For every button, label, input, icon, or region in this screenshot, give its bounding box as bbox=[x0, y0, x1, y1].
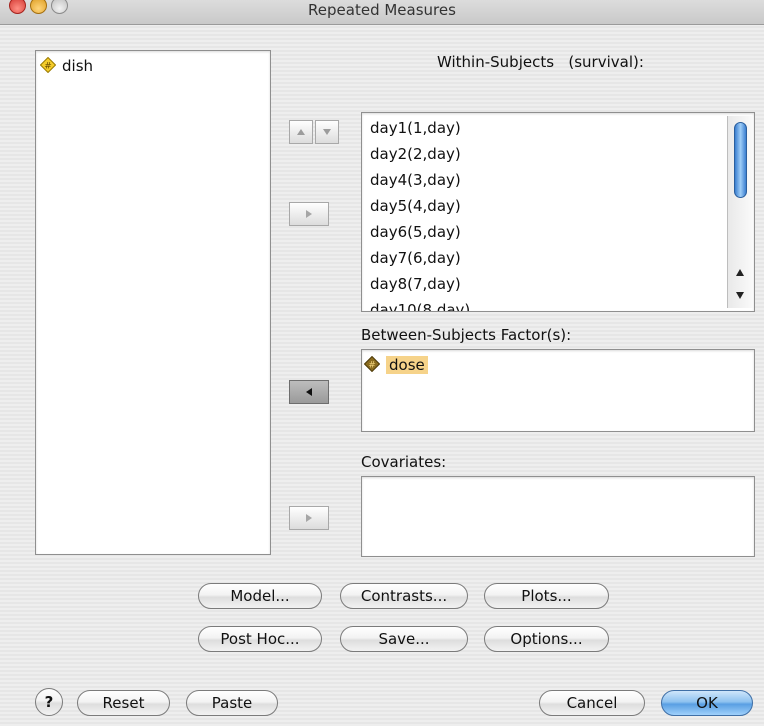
triangle-right-icon bbox=[306, 514, 312, 522]
help-button[interactable]: ? bbox=[35, 688, 63, 716]
variable-label: dish bbox=[62, 57, 94, 75]
list-item[interactable]: day4(3,day) bbox=[370, 167, 461, 193]
within-list-scrollbar[interactable] bbox=[727, 116, 753, 308]
window-title: Repeated Measures bbox=[308, 1, 456, 19]
within-subjects-title: Within-Subjects bbox=[437, 53, 555, 71]
list-item[interactable]: # dose bbox=[364, 356, 428, 374]
move-to-within-button[interactable] bbox=[289, 202, 329, 226]
save-button[interactable]: Save... bbox=[340, 626, 468, 652]
move-down-button[interactable] bbox=[315, 120, 339, 144]
scroll-up-arrow-icon[interactable] bbox=[736, 269, 744, 277]
scrollbar-thumb[interactable] bbox=[734, 122, 747, 198]
svg-text:#: # bbox=[44, 62, 52, 72]
within-subjects-list[interactable]: day1(1,day) day2(2,day) day4(3,day) day5… bbox=[361, 112, 755, 312]
cancel-button[interactable]: Cancel bbox=[539, 690, 645, 716]
list-item[interactable]: day1(1,day) bbox=[370, 115, 461, 141]
source-variable-list[interactable]: # dish bbox=[35, 50, 271, 555]
plots-button[interactable]: Plots... bbox=[484, 583, 609, 609]
post-hoc-button[interactable]: Post Hoc... bbox=[198, 626, 322, 652]
contrasts-button[interactable]: Contrasts... bbox=[340, 583, 468, 609]
within-subjects-header: Within-Subjects (survival): bbox=[437, 53, 644, 71]
triangle-right-icon bbox=[306, 210, 312, 218]
nominal-variable-icon: # bbox=[364, 356, 380, 372]
list-item[interactable]: day5(4,day) bbox=[370, 193, 461, 219]
between-subjects-list[interactable]: # dose bbox=[361, 349, 755, 432]
move-from-between-button[interactable] bbox=[289, 380, 329, 404]
covariates-list[interactable] bbox=[361, 476, 755, 557]
move-up-button[interactable] bbox=[289, 120, 313, 144]
list-item[interactable]: day7(6,day) bbox=[370, 245, 461, 271]
list-item[interactable]: day6(5,day) bbox=[370, 219, 461, 245]
between-subjects-label: Between-Subjects Factor(s): bbox=[361, 326, 572, 344]
paste-button[interactable]: Paste bbox=[186, 690, 278, 716]
svg-text:#: # bbox=[368, 361, 376, 371]
move-to-covariates-button[interactable] bbox=[289, 506, 329, 530]
list-item[interactable]: day8(7,day) bbox=[370, 271, 461, 297]
triangle-down-icon bbox=[323, 129, 331, 135]
covariates-label: Covariates: bbox=[361, 453, 447, 471]
within-subjects-factor: (survival): bbox=[568, 53, 644, 71]
variable-label: dose bbox=[386, 356, 428, 374]
list-item[interactable]: # dish bbox=[40, 57, 93, 75]
scroll-down-arrow-icon[interactable] bbox=[736, 291, 744, 299]
triangle-left-icon bbox=[306, 388, 312, 396]
options-button[interactable]: Options... bbox=[484, 626, 609, 652]
triangle-up-icon bbox=[297, 129, 305, 135]
ok-button[interactable]: OK bbox=[661, 690, 753, 716]
list-item[interactable]: day2(2,day) bbox=[370, 141, 461, 167]
scale-variable-icon: # bbox=[40, 57, 56, 73]
dialog-window: Repeated Measures # dish Within-Subjects… bbox=[0, 0, 764, 726]
title-bar: Repeated Measures bbox=[0, 0, 764, 25]
model-button[interactable]: Model... bbox=[198, 583, 322, 609]
list-item[interactable]: day10(8,day) bbox=[370, 297, 470, 311]
reset-button[interactable]: Reset bbox=[77, 690, 170, 716]
